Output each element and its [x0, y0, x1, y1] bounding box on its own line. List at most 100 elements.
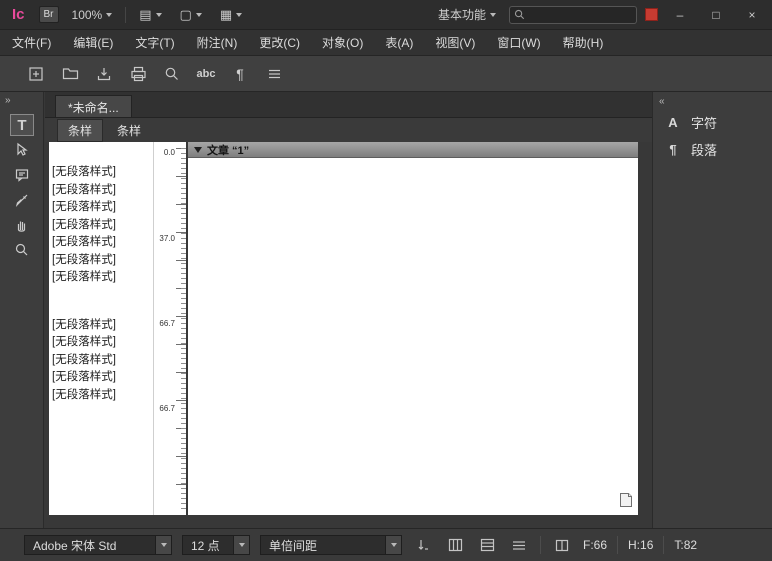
galley-marks-button[interactable]	[444, 535, 466, 555]
menu-table[interactable]: 表(A)	[385, 34, 413, 51]
menu-type[interactable]: 文字(T)	[135, 34, 174, 51]
chevron-down-icon	[236, 13, 242, 17]
paragraph-style-row[interactable]: [无段落样式]	[49, 234, 153, 252]
hand-tool[interactable]	[10, 214, 34, 236]
depth-ruler: 0.0 37.0 66.7 66.7	[153, 142, 186, 515]
chevron-down-icon	[155, 536, 171, 554]
ruler-mark: 66.7	[159, 404, 175, 413]
font-size-select[interactable]: 12 点	[182, 535, 250, 555]
minimize-button[interactable]: –	[666, 4, 694, 26]
chevron-down-icon	[385, 536, 401, 554]
screen-mode-dropdown[interactable]: ▢	[175, 5, 207, 25]
search-input[interactable]	[529, 9, 632, 21]
new-document-button[interactable]	[22, 61, 50, 87]
zoom-tool[interactable]	[10, 239, 34, 261]
paragraph-style-row[interactable]: [无段落样式]	[49, 199, 153, 217]
story-editor[interactable]: 文章 “1”	[188, 142, 638, 515]
eyedropper-tool[interactable]	[10, 189, 34, 211]
paragraph-panel-button[interactable]: ¶ 段落	[653, 136, 772, 163]
spellcheck-button[interactable]: abc	[192, 61, 220, 87]
expand-panel-icon[interactable]: »	[5, 95, 11, 106]
statusbar-menu-button[interactable]	[508, 535, 530, 555]
open-folder-icon	[62, 66, 79, 81]
character-panel-icon: A	[665, 115, 681, 130]
view-tab-bar: 条样 条样	[45, 118, 652, 142]
ruler-mark: 37.0	[159, 234, 175, 243]
open-button[interactable]	[56, 61, 84, 87]
paragraph-style-row[interactable]: [无段落样式]	[49, 387, 153, 405]
collapse-triangle-icon[interactable]	[194, 147, 202, 153]
search-button[interactable]	[158, 61, 186, 87]
menu-view[interactable]: 视图(V)	[435, 34, 475, 51]
paragraph-style-row[interactable]: [无段落样式]	[49, 269, 153, 287]
galley-info-panel: [无段落样式] [无段落样式] [无段落样式] [无段落样式] [无段落样式] …	[49, 142, 186, 515]
workspace: » T	[0, 92, 772, 528]
columns-icon	[448, 538, 463, 552]
hamburger-icon	[267, 68, 282, 80]
paragraph-style-row[interactable]: [无段落样式]	[49, 352, 153, 370]
book-icon	[555, 539, 569, 552]
spellcheck-icon: abc	[197, 68, 216, 80]
paragraph-style-row[interactable]: [无段落样式]	[49, 334, 153, 352]
note-tool[interactable]	[10, 164, 34, 186]
paragraph-style-row[interactable]: [无段落样式]	[49, 252, 153, 270]
titlebar: Ic Br 100% ▤ ▢ ▦ 基本功能 – □ ×	[0, 0, 772, 30]
story-header-bar[interactable]: 文章 “1”	[188, 142, 638, 158]
font-family-value: Adobe 宋体 Std	[25, 536, 155, 554]
chevron-down-icon	[233, 536, 249, 554]
bridge-button[interactable]: Br	[39, 6, 59, 23]
paragraph-style-row[interactable]: [无段落样式]	[49, 164, 153, 182]
divider	[125, 7, 126, 23]
paragraph-style-row[interactable]: [无段落样式]	[49, 369, 153, 387]
font-size-value: 12 点	[183, 536, 233, 554]
type-tool[interactable]: T	[10, 114, 34, 136]
screen-mode-icon: ▢	[180, 7, 192, 23]
print-button[interactable]	[124, 61, 152, 87]
arrange-documents-dropdown[interactable]: ▦	[215, 5, 247, 25]
menu-help[interactable]: 帮助(H)	[563, 34, 604, 51]
hamburger-icon	[512, 540, 526, 551]
collapse-dock-icon[interactable]: «	[653, 92, 772, 109]
position-tool-icon	[14, 142, 30, 158]
paragraph-style-row[interactable]: [无段落样式]	[49, 317, 153, 335]
story-title: 文章 “1”	[207, 142, 249, 158]
note-tool-icon	[14, 167, 30, 183]
paragraph-style-column: [无段落样式] [无段落样式] [无段落样式] [无段落样式] [无段落样式] …	[49, 142, 153, 515]
baseline-shift-button[interactable]	[412, 535, 434, 555]
save-button[interactable]	[90, 61, 118, 87]
view-options-dropdown[interactable]: ▤	[134, 5, 166, 25]
line-spacing-select[interactable]: 单倍间距	[260, 535, 402, 555]
copyfit-info-icon	[551, 535, 573, 555]
zoom-value: 100%	[72, 8, 103, 22]
character-panel-button[interactable]: A 字符	[653, 109, 772, 136]
ruler-mark: 0.0	[164, 148, 175, 157]
chevron-down-icon	[490, 13, 496, 17]
incopy-window: Ic Br 100% ▤ ▢ ▦ 基本功能 – □ ×	[0, 0, 772, 561]
menu-object[interactable]: 对象(O)	[322, 34, 363, 51]
workspace-switcher-dropdown[interactable]: 基本功能	[433, 4, 501, 25]
chevron-down-icon	[196, 13, 202, 17]
view-tab-story[interactable]: 条样	[107, 120, 151, 141]
search-box[interactable]	[509, 6, 637, 24]
paragraph-style-row[interactable]: [无段落样式]	[49, 182, 153, 200]
menu-notes[interactable]: 附注(N)	[197, 34, 238, 51]
workspace-label: 基本功能	[438, 6, 486, 23]
menu-window[interactable]: 窗口(W)	[497, 34, 540, 51]
menu-file[interactable]: 文件(F)	[12, 34, 51, 51]
maximize-button[interactable]: □	[702, 4, 730, 26]
close-button[interactable]: ×	[738, 4, 766, 26]
paragraph-style-row[interactable]: [无段落样式]	[49, 217, 153, 235]
info-column-button[interactable]	[476, 535, 498, 555]
menu-edit[interactable]: 编辑(E)	[73, 34, 113, 51]
view-tab-galley[interactable]: 条样	[57, 119, 103, 142]
show-hidden-characters-button[interactable]: ¶	[226, 61, 254, 87]
document-tab[interactable]: *未命名...	[55, 95, 132, 117]
toolbar-menu-button[interactable]	[260, 61, 288, 87]
menu-changes[interactable]: 更改(C)	[259, 34, 300, 51]
position-tool[interactable]	[10, 139, 34, 161]
document-area: *未命名... 条样 条样 [无段落样式] [无段落样式] [无段落样式] [无…	[45, 92, 652, 528]
words-counter: T:82	[674, 538, 697, 552]
font-family-select[interactable]: Adobe 宋体 Std	[24, 535, 172, 555]
view-options-icon: ▤	[139, 7, 151, 23]
zoom-dropdown[interactable]: 100%	[67, 6, 118, 24]
